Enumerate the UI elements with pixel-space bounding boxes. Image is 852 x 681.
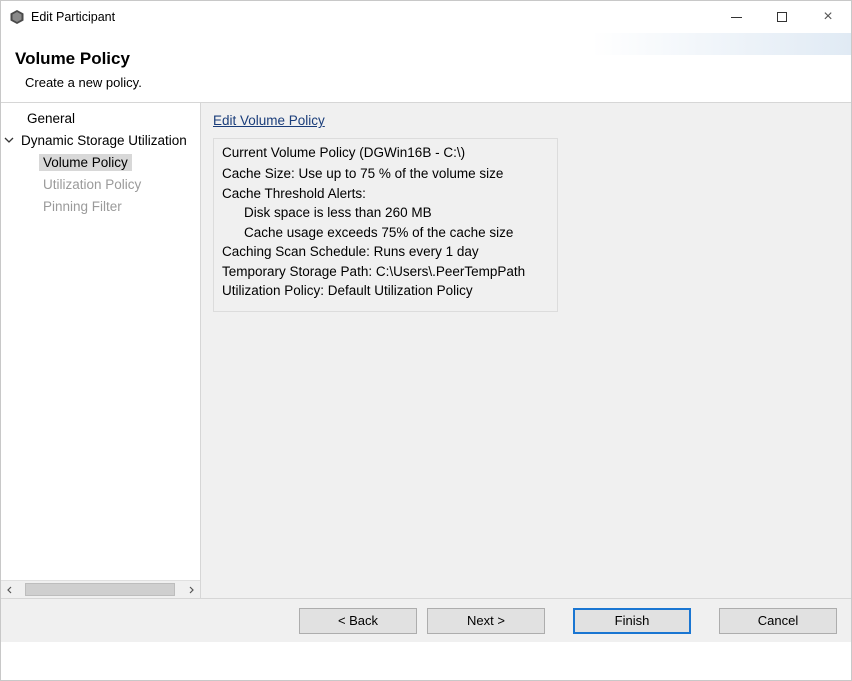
scroll-left-button[interactable] bbox=[1, 581, 19, 599]
nav-item-dynamic-storage[interactable]: Dynamic Storage Utilization bbox=[1, 129, 200, 151]
nav-item-general[interactable]: General bbox=[1, 107, 200, 129]
content-pane: Edit Volume Policy Current Volume Policy… bbox=[201, 103, 851, 598]
maximize-button[interactable] bbox=[759, 1, 805, 33]
nav-item-label: Pinning Filter bbox=[39, 198, 126, 215]
sidebar-horizontal-scrollbar[interactable] bbox=[1, 580, 200, 598]
wizard-header: Volume Policy Create a new policy. bbox=[1, 33, 851, 103]
cancel-button[interactable]: Cancel bbox=[719, 608, 837, 634]
wizard-body: General Dynamic Storage Utilization Volu… bbox=[1, 103, 851, 598]
sidebar: General Dynamic Storage Utilization Volu… bbox=[1, 103, 201, 598]
policy-scan-schedule: Caching Scan Schedule: Runs every 1 day bbox=[222, 242, 549, 262]
nav-item-utilization-policy: Utilization Policy bbox=[1, 173, 200, 195]
nav-item-label: General bbox=[23, 110, 79, 127]
scroll-right-button[interactable] bbox=[182, 581, 200, 599]
policy-temp-path: Temporary Storage Path: C:\Users\.PeerTe… bbox=[222, 262, 549, 282]
chevron-down-icon[interactable] bbox=[3, 134, 15, 146]
page-title: Volume Policy bbox=[15, 49, 837, 69]
finish-button[interactable]: Finish bbox=[573, 608, 691, 634]
scroll-track[interactable] bbox=[19, 581, 182, 599]
policy-threshold-header: Cache Threshold Alerts: bbox=[222, 184, 549, 204]
window-title: Edit Participant bbox=[31, 10, 115, 24]
nav-item-label: Volume Policy bbox=[39, 154, 132, 171]
policy-threshold-a: Disk space is less than 260 MB bbox=[222, 203, 549, 223]
page-subtitle: Create a new policy. bbox=[25, 75, 837, 90]
current-policy-box: Current Volume Policy (DGWin16B - C:\) C… bbox=[213, 138, 558, 312]
policy-utilization-policy: Utilization Policy: Default Utilization … bbox=[222, 281, 549, 301]
minimize-button[interactable] bbox=[713, 1, 759, 33]
back-button[interactable]: < Back bbox=[299, 608, 417, 634]
policy-threshold-b: Cache usage exceeds 75% of the cache siz… bbox=[222, 223, 549, 243]
nav-item-label: Dynamic Storage Utilization bbox=[17, 132, 191, 149]
titlebar: Edit Participant × bbox=[1, 1, 851, 33]
close-icon: × bbox=[823, 9, 832, 25]
next-button[interactable]: Next > bbox=[427, 608, 545, 634]
policy-box-title: Current Volume Policy (DGWin16B - C:\) bbox=[222, 145, 549, 160]
nav-item-label: Utilization Policy bbox=[39, 176, 145, 193]
maximize-icon bbox=[777, 12, 787, 22]
nav-item-volume-policy[interactable]: Volume Policy bbox=[1, 151, 200, 173]
nav-tree: General Dynamic Storage Utilization Volu… bbox=[1, 103, 200, 580]
policy-cache-size: Cache Size: Use up to 75 % of the volume… bbox=[222, 164, 549, 184]
app-icon bbox=[9, 9, 25, 25]
wizard-footer: < Back Next > Finish Cancel bbox=[1, 598, 851, 642]
close-button[interactable]: × bbox=[805, 1, 851, 33]
scroll-thumb[interactable] bbox=[25, 583, 175, 596]
minimize-icon bbox=[731, 17, 742, 18]
nav-item-pinning-filter: Pinning Filter bbox=[1, 195, 200, 217]
edit-volume-policy-link[interactable]: Edit Volume Policy bbox=[213, 113, 325, 128]
policy-lines: Cache Size: Use up to 75 % of the volume… bbox=[222, 164, 549, 301]
